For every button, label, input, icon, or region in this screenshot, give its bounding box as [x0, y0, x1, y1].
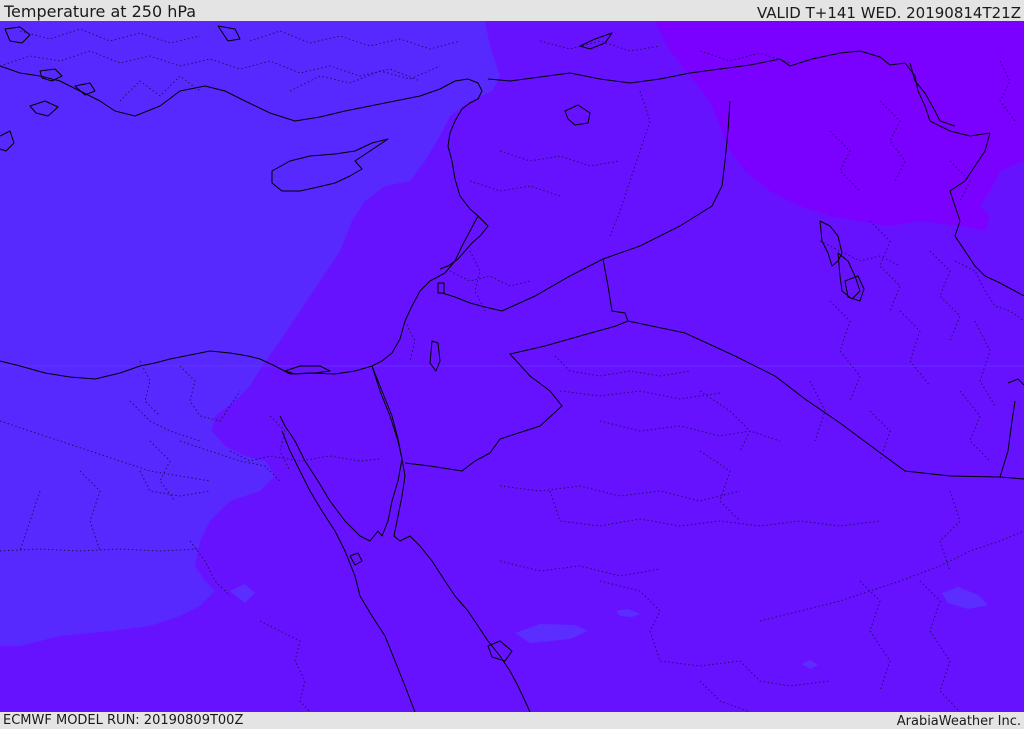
valid-time-label: VALID T+141 WED. 20190814T21Z [756, 4, 1021, 22]
credit-label: ArabiaWeather Inc. [896, 714, 1021, 729]
temperature-map[interactable] [0, 21, 1024, 712]
footer-bar: ECMWF MODEL RUN: 20190809T00Z ArabiaWeat… [0, 712, 1024, 729]
map-canvas [0, 21, 1024, 712]
header-bar: Temperature at 250 hPa VALID T+141 WED. … [0, 0, 1024, 22]
weather-map-page: Temperature at 250 hPa VALID T+141 WED. … [0, 0, 1024, 729]
model-run-label: ECMWF MODEL RUN: 20190809T00Z [3, 713, 244, 728]
map-title: Temperature at 250 hPa [4, 2, 197, 21]
